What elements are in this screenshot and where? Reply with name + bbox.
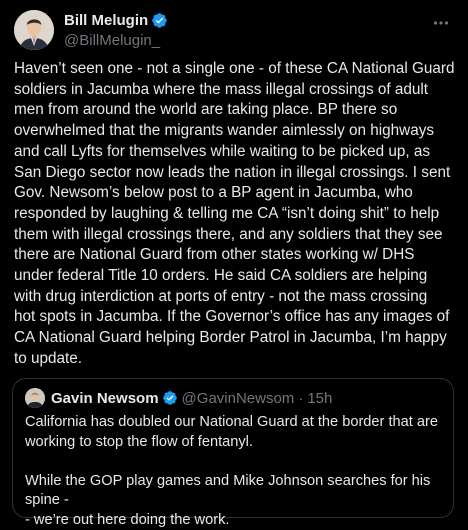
author-info: Bill Melugin @BillMelugin_ [64,11,404,49]
author-display-name[interactable]: Bill Melugin [64,12,148,29]
more-options-icon[interactable] [432,14,450,32]
quoted-author-avatar[interactable] [25,388,45,408]
quoted-tweet-header: Gavin Newsom @GavinNewsom · 15h [25,388,332,408]
quoted-tweet-time[interactable]: 15h [307,390,332,407]
verified-badge-icon[interactable] [151,12,168,29]
quoted-author-display-name[interactable]: Gavin Newsom [51,390,159,407]
author-handle[interactable]: @BillMelugin_ [64,32,404,49]
author-avatar[interactable] [14,10,54,50]
quoted-tweet-text: California has doubled our National Guar… [25,414,438,528]
tweet-text: Haven’t seen one - not a single one - of… [14,60,455,367]
quoted-tweet[interactable]: Gavin Newsom @GavinNewsom · 15h Californ… [12,378,454,528]
quoted-author-handle[interactable]: @GavinNewsom [182,390,295,407]
separator-dot: · [298,389,304,407]
tweet: Bill Melugin @BillMelugin_ Haven’t seen … [0,0,468,528]
quoted-verified-badge-icon [162,390,178,406]
